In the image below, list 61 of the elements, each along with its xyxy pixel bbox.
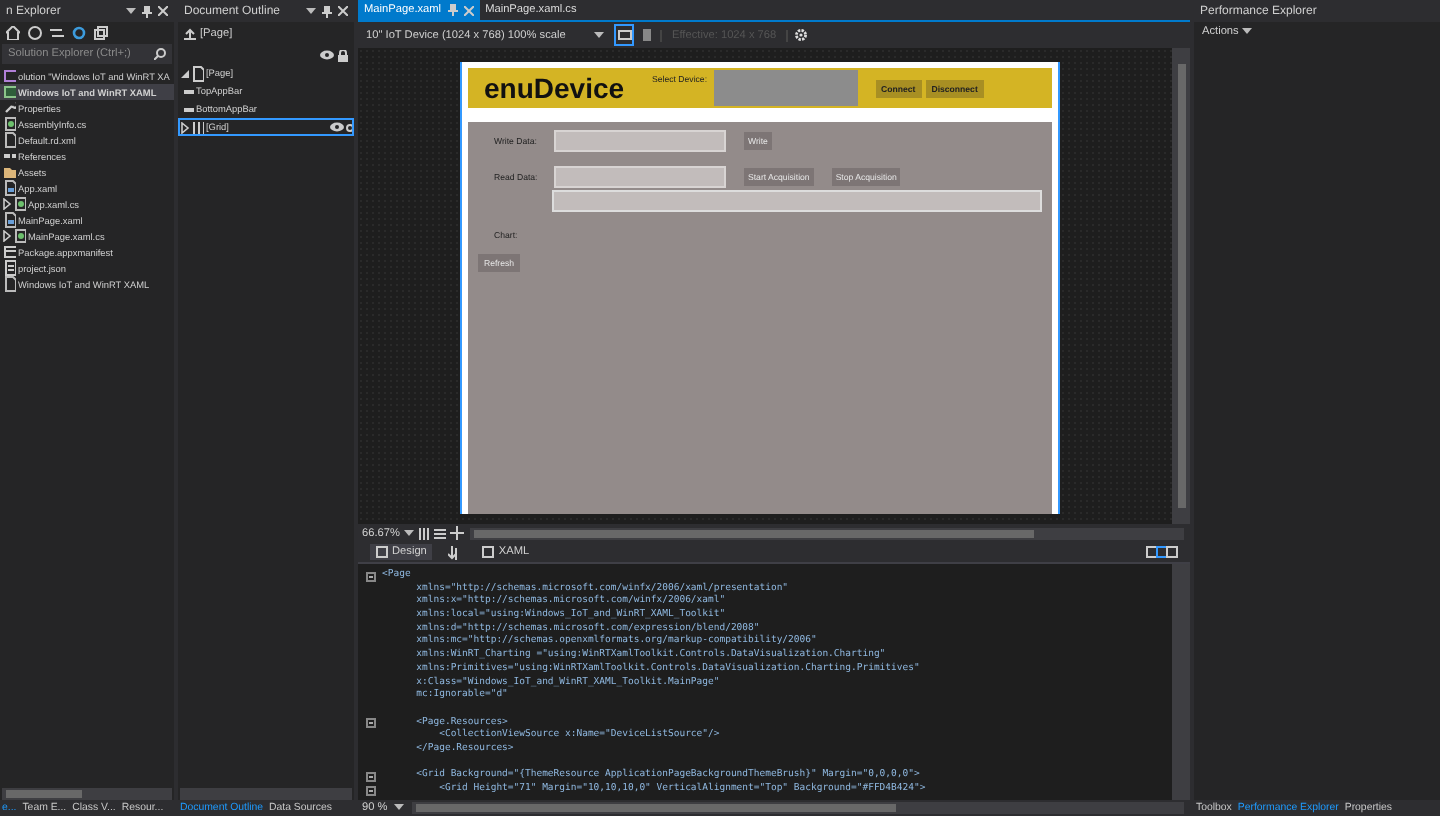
solution-icon [4,68,16,84]
swap-icon[interactable] [448,545,461,559]
pane-icon [482,546,495,558]
orientation-button[interactable] [638,26,654,44]
scroll-bar[interactable] [1172,48,1190,524]
split-icon[interactable] [1146,546,1178,558]
scroll-bar[interactable] [2,788,172,800]
pin-icon[interactable] [142,5,152,17]
close-icon[interactable] [158,6,168,16]
page-icon [192,65,204,81]
input-field[interactable] [554,130,726,152]
document-icon [4,132,16,148]
expand-arrow-icon[interactable] [2,198,12,210]
expand-arrow-icon[interactable] [2,230,12,242]
collapse-icon[interactable] [365,571,375,582]
caret-icon[interactable] [1242,28,1253,36]
scroll-bar[interactable] [180,788,352,800]
code-file-icon [14,228,26,244]
code-file-icon [14,196,26,212]
caret-icon[interactable] [306,7,316,15]
copy-icon[interactable] [94,26,108,40]
page-icon [4,180,16,196]
collapse-icon[interactable] [365,772,375,783]
refresh-icon[interactable] [72,26,86,40]
scroll-bar[interactable] [411,802,1184,814]
references-icon [4,148,16,164]
settings-icon[interactable] [794,28,809,42]
caret-icon[interactable] [594,31,604,39]
collapse-icon[interactable] [365,718,375,729]
page-icon [4,212,16,228]
up-icon[interactable] [184,28,196,40]
eye-icon[interactable] [330,122,344,132]
app-title: enuDevice [484,72,625,104]
caret-icon[interactable] [393,804,404,812]
scroll-bar[interactable] [1172,564,1190,800]
caret-icon[interactable] [403,529,414,537]
caret-icon[interactable] [126,7,136,15]
collapse-icon[interactable] [365,785,375,796]
home-icon[interactable] [6,26,20,40]
portrait-icon [639,28,653,42]
project-icon [4,84,16,100]
folder-icon [4,164,16,180]
lock-icon[interactable] [338,49,348,61]
script-icon [4,260,16,276]
close-icon[interactable] [338,6,348,16]
code-file-icon [4,116,16,132]
pane-icon [376,546,388,558]
output-field[interactable] [552,190,1042,212]
orientation-button[interactable] [616,26,632,44]
scroll-bar[interactable] [469,527,1184,539]
wrench-icon [4,100,16,116]
eye-icon[interactable] [320,50,334,60]
search-icon[interactable] [154,48,166,60]
input-field[interactable] [554,166,726,188]
landscape-icon [617,28,631,42]
expand-arrow-icon[interactable] [180,67,190,79]
dot-icon[interactable] [346,123,354,131]
document-icon [4,276,16,292]
package-icon [4,244,16,260]
pin-icon[interactable] [322,5,332,17]
expand-arrow-icon[interactable] [180,121,190,133]
